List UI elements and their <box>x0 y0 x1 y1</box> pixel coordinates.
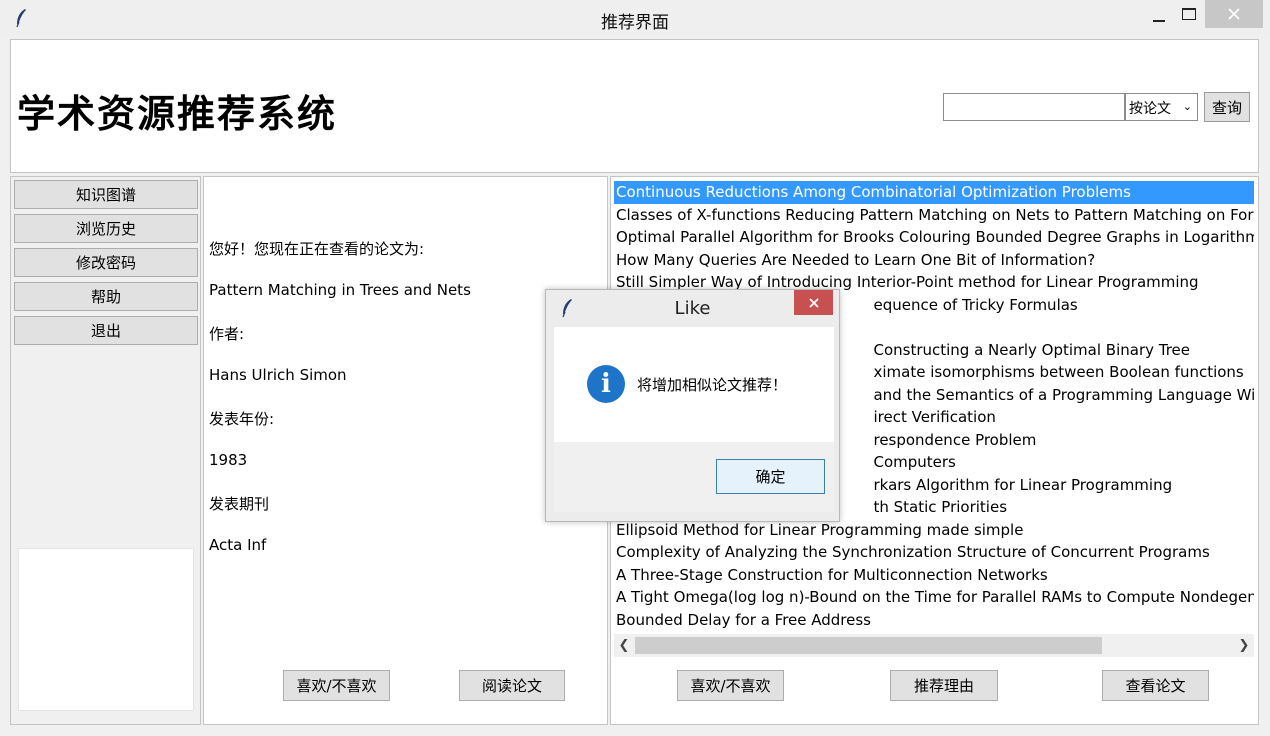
sidebar-item-knowledge-graph[interactable]: 知识图谱 <box>14 180 198 209</box>
author-value: Hans Ulrich Simon <box>209 366 347 384</box>
list-item[interactable]: Optimal Parallel Algorithm for Brooks Co… <box>614 226 1254 249</box>
sidebar-item-exit[interactable]: 退出 <box>14 316 198 345</box>
recommend-reason-button[interactable]: 推荐理由 <box>890 670 998 701</box>
author-label: 作者: <box>209 325 245 343</box>
search-input[interactable] <box>943 93 1125 121</box>
year-value: 1983 <box>209 451 248 469</box>
like-button[interactable]: 喜欢/不喜欢 <box>283 670 390 701</box>
year-label: 发表年份: <box>209 410 275 428</box>
scroll-left-arrow-icon[interactable]: ❮ <box>614 634 634 657</box>
close-icon <box>808 297 819 308</box>
scroll-right-arrow-icon[interactable]: ❯ <box>1234 634 1254 657</box>
journal-value: Acta Inf <box>209 536 267 554</box>
close-button[interactable] <box>1205 0 1263 28</box>
chevron-down-icon: ⌄ <box>1182 100 1192 113</box>
read-paper-button[interactable]: 阅读论文 <box>459 670 565 701</box>
search-mode-select[interactable]: 按论文 ⌄ <box>1125 93 1198 121</box>
sidebar-item-history[interactable]: 浏览历史 <box>14 214 198 243</box>
list-item[interactable]: Classes of X-functions Reducing Pattern … <box>614 204 1254 227</box>
view-paper-button[interactable]: 查看论文 <box>1102 670 1209 701</box>
dialog-close-button[interactable] <box>794 290 833 315</box>
app-title: 学术资源推荐系统 <box>17 92 338 136</box>
sidebar-item-change-password[interactable]: 修改密码 <box>14 248 198 277</box>
list-item[interactable]: Continuous Reductions Among Combinatoria… <box>614 181 1254 204</box>
dialog-message: 将增加相似论文推荐！ <box>637 376 788 394</box>
sidebar-item-help[interactable]: 帮助 <box>14 282 198 311</box>
search-mode-value: 按论文 <box>1129 101 1171 117</box>
search-button[interactable]: 查询 <box>1204 92 1250 122</box>
journal-label: 发表期刊 <box>209 495 270 513</box>
paper-title: Pattern Matching in Trees and Nets <box>209 281 471 299</box>
list-item[interactable]: Bounded Delay for a Free Address <box>614 609 1254 632</box>
list-item[interactable]: A Three-Stage Construction for Multiconn… <box>614 564 1254 587</box>
scrollbar-thumb[interactable] <box>635 637 1102 654</box>
close-icon <box>1228 8 1240 20</box>
maximize-icon <box>1182 8 1196 20</box>
info-icon: i <box>587 365 625 403</box>
window-title: 推荐界面 <box>601 13 669 33</box>
minimize-icon <box>1153 20 1165 22</box>
image-placeholder <box>18 548 194 711</box>
greeting-text: 您好！您现在正在查看的论文为: <box>209 240 425 258</box>
recommend-like-button[interactable]: 喜欢/不喜欢 <box>677 670 784 701</box>
list-item[interactable]: Complexity of Analyzing the Synchronizat… <box>614 541 1254 564</box>
list-item[interactable]: A Tight Omega(log log n)-Bound on the Ti… <box>614 586 1254 609</box>
ok-button[interactable]: 确定 <box>716 459 825 494</box>
list-item[interactable]: How Many Queries Are Needed to Learn One… <box>614 249 1254 272</box>
